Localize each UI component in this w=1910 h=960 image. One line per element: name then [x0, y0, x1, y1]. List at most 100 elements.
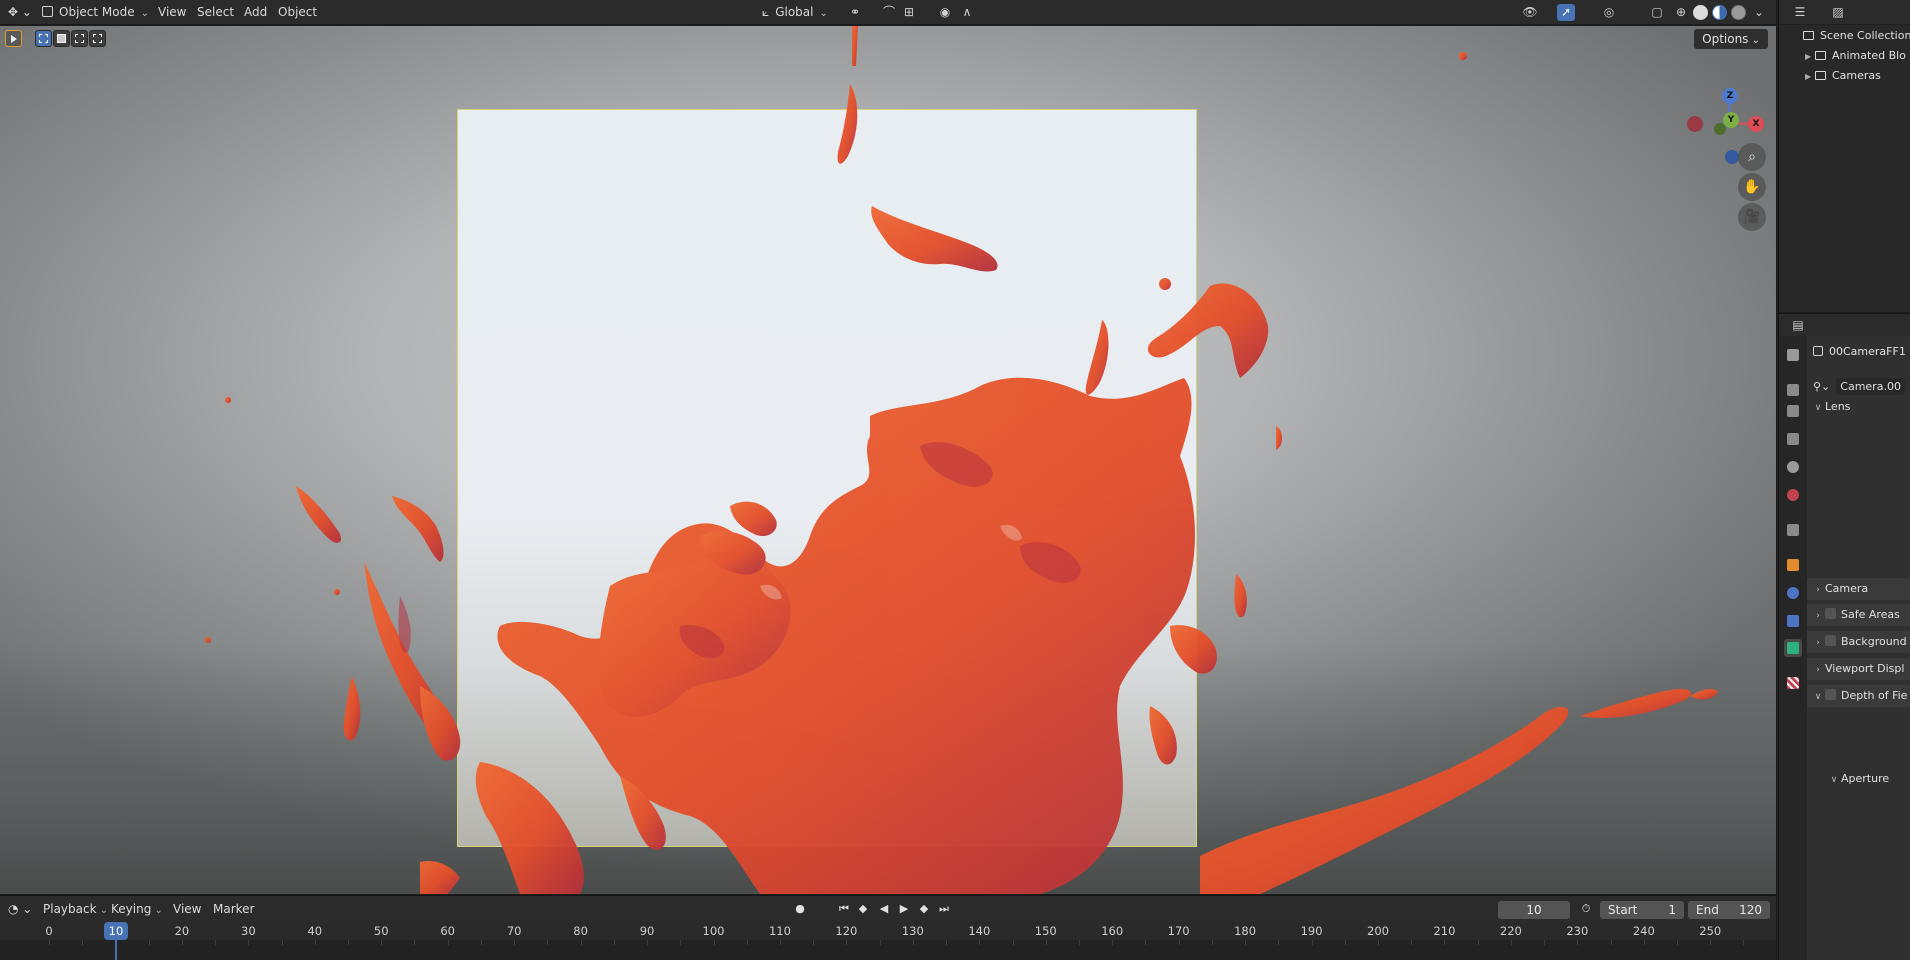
world-tab-icon[interactable] — [1784, 486, 1802, 504]
tool-tab-icon[interactable] — [1784, 346, 1802, 364]
gizmo-x-axis[interactable]: X — [1748, 116, 1764, 132]
rendered-shading-icon[interactable] — [1731, 5, 1746, 20]
output-tab-icon[interactable] — [1784, 402, 1802, 420]
timeline-editor-type-button[interactable]: ◔ ⌄ — [2, 900, 38, 918]
pivot-point-icon[interactable]: ⚭ — [846, 4, 864, 21]
wireframe-shading-icon[interactable]: ⊕ — [1672, 4, 1690, 21]
texture-tab-icon[interactable] — [1784, 674, 1802, 692]
proportional-editing-icon[interactable]: ◉ — [936, 4, 954, 21]
jump-to-end-icon[interactable]: ⏭ — [936, 901, 952, 917]
track-tick — [1411, 940, 1413, 945]
end-frame-field[interactable]: End 120 — [1688, 901, 1770, 919]
camera-data-icon: ⚲⌄ — [1813, 380, 1831, 393]
track-tick — [148, 940, 150, 945]
menu-object[interactable]: Object — [272, 3, 323, 22]
object-name-field[interactable]: 00CameraFF1 — [1807, 341, 1910, 363]
menu-view[interactable]: View — [152, 3, 192, 22]
material-preview-icon[interactable] — [1712, 5, 1727, 20]
outliner-display-mode-icon[interactable]: ☰ — [1791, 4, 1809, 21]
options-dropdown[interactable]: Options — [1694, 29, 1768, 49]
track-tick — [680, 940, 682, 945]
camera-data-selector[interactable]: ⚲⌄ Camera.00 — [1807, 376, 1910, 398]
chevron-right-icon: › — [1816, 638, 1820, 648]
zoom-icon[interactable]: ⌕ — [1738, 143, 1766, 171]
jump-to-keyframe-prev-icon[interactable]: ◆ — [855, 901, 871, 917]
shading-options-icon[interactable]: ⌄ — [1750, 4, 1768, 21]
jump-to-start-icon[interactable]: ⏮ — [836, 901, 852, 917]
select-intersect-icon[interactable] — [89, 30, 106, 47]
end-value: 120 — [1739, 903, 1762, 917]
scene-tab-icon[interactable] — [1784, 458, 1802, 476]
view-layer-tab-icon[interactable] — [1784, 430, 1802, 448]
select-subtract-icon[interactable] — [71, 30, 88, 47]
current-frame-field[interactable]: 10 — [1498, 901, 1570, 919]
track-tick — [1078, 940, 1080, 945]
panel-background[interactable]: › Background — [1807, 631, 1910, 653]
panel-viewport-display[interactable]: › Viewport Displ — [1807, 658, 1910, 680]
select-tool-icon[interactable] — [5, 30, 22, 47]
gizmo-toggle-icon[interactable]: ➚ — [1557, 4, 1575, 21]
panel-camera[interactable]: › Camera — [1807, 578, 1910, 600]
object-tab-icon[interactable] — [1784, 556, 1802, 574]
properties-editor-type-icon[interactable]: ▤ — [1789, 317, 1807, 334]
xray-icon[interactable]: ▢ — [1648, 4, 1666, 21]
snap-target-icon[interactable]: ⊞ — [900, 4, 918, 21]
panel-depth-of-field[interactable]: ∨ Depth of Fie — [1807, 685, 1910, 707]
stopwatch-icon[interactable]: ⏱ — [1578, 901, 1594, 917]
select-extend-icon[interactable] — [53, 30, 70, 47]
panel-safe-areas[interactable]: › Safe Areas — [1807, 604, 1910, 626]
visibility-icon[interactable]: 👁 — [1521, 4, 1539, 21]
solid-shading-icon[interactable] — [1693, 5, 1708, 20]
timeline-ruler[interactable]: 0 10 20 30 40 50 60 70 80 90 100 110 120 130 140 150 160… — [0, 922, 1776, 940]
menu-timeline-view[interactable]: View — [167, 900, 207, 918]
camera-view-icon[interactable]: 🎥 — [1738, 203, 1766, 231]
menu-add[interactable]: Add — [238, 3, 273, 22]
jump-to-keyframe-next-icon[interactable]: ◆ — [916, 901, 932, 917]
collection-tab-icon[interactable] — [1784, 521, 1802, 539]
menu-select[interactable]: Select — [191, 3, 240, 22]
outliner-filter-icon[interactable]: ▨ — [1829, 4, 1847, 21]
gizmo-neg-y-axis[interactable] — [1714, 123, 1726, 135]
play-icon[interactable]: ▶ — [896, 901, 912, 917]
physics-tab-icon[interactable] — [1784, 584, 1802, 602]
start-frame-field[interactable]: Start 1 — [1600, 901, 1684, 919]
gizmo-z-axis[interactable]: Z — [1722, 88, 1738, 104]
editor-type-button[interactable]: ✥ ⌄ — [2, 3, 38, 22]
overlays-icon[interactable]: ◎ — [1600, 4, 1618, 21]
ruler-tick: 230 — [1566, 924, 1589, 938]
outliner-item-scene-collection[interactable]: Scene Collection — [1779, 26, 1910, 46]
collection-icon — [1803, 31, 1814, 40]
auto-keying-icon[interactable]: ● — [792, 901, 808, 917]
panel-label: Lens — [1825, 400, 1851, 413]
expand-arrow-icon[interactable]: ▶ — [1805, 67, 1815, 86]
background-checkbox[interactable] — [1825, 635, 1836, 646]
menu-marker[interactable]: Marker — [207, 900, 260, 918]
depth-of-field-checkbox[interactable] — [1825, 689, 1836, 700]
menu-playback[interactable]: Playback — [37, 900, 114, 918]
falloff-icon[interactable]: ∧ — [958, 4, 976, 21]
gizmo-neg-x-axis[interactable] — [1687, 116, 1703, 132]
timeline-track[interactable] — [0, 940, 1776, 960]
select-new-icon[interactable] — [35, 30, 52, 47]
track-tick — [746, 940, 748, 945]
camera-data-tab-icon[interactable] — [1784, 639, 1802, 657]
play-reverse-icon[interactable]: ◀ — [876, 901, 892, 917]
3d-viewport[interactable]: Options ⌄ Z X Y ⌕ ✋ 🎥 — [0, 26, 1776, 894]
pan-hand-icon[interactable]: ✋ — [1738, 173, 1766, 201]
transform-orientation-dropdown[interactable]: ⟀ Global — [756, 3, 834, 22]
outliner-item-animated-blo[interactable]: ▶ Animated Blo — [1779, 46, 1910, 66]
menu-keying[interactable]: Keying — [105, 900, 169, 918]
subpanel-aperture[interactable]: ∨ Aperture — [1807, 768, 1910, 790]
playhead[interactable]: 10 — [104, 922, 128, 940]
outliner-item-cameras[interactable]: ▶ Cameras — [1779, 66, 1910, 86]
snap-icon[interactable]: ⌒ — [880, 4, 898, 21]
render-tab-icon[interactable] — [1784, 381, 1802, 399]
ruler-tick: 210 — [1433, 924, 1456, 938]
gizmo-neg-z-axis[interactable] — [1725, 150, 1739, 164]
panel-lens[interactable]: ∨ Lens — [1807, 396, 1910, 418]
mode-dropdown[interactable]: Object Mode — [36, 3, 155, 22]
ruler-tick: 100 — [702, 924, 725, 938]
safe-areas-checkbox[interactable] — [1825, 608, 1836, 619]
expand-arrow-icon[interactable]: ▶ — [1805, 47, 1815, 66]
constraints-tab-icon[interactable] — [1784, 612, 1802, 630]
